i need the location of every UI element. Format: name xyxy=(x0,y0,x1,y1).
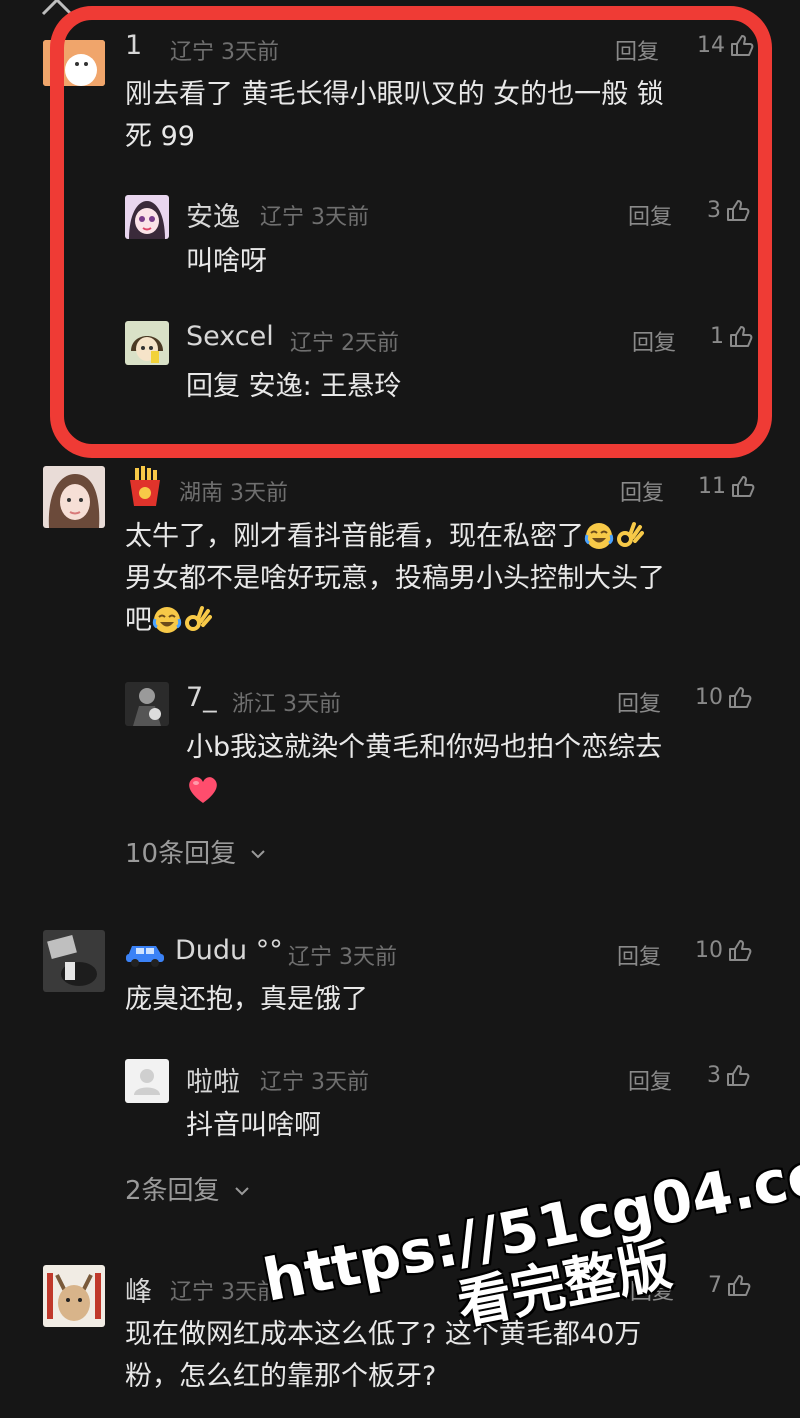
reply-text: 抖音叫啥啊 xyxy=(186,1110,321,1141)
thumbs-up-icon xyxy=(732,476,755,497)
car-icon xyxy=(124,936,166,968)
ok-hand-emoji-icon xyxy=(185,606,212,631)
avatar[interactable] xyxy=(125,682,169,726)
thumbs-up-icon xyxy=(727,1065,750,1086)
like-button[interactable]: 11 xyxy=(698,473,756,499)
reply-button[interactable]: 回复 xyxy=(617,686,661,718)
reply-button[interactable]: 回复 xyxy=(617,939,661,971)
comment-text-line: 男女都不是啥好玩意，投稿男小头控制大头了 xyxy=(125,563,665,594)
reply-username[interactable]: 啦啦 xyxy=(186,1060,240,1099)
comment-text-line: 粉，怎么红的靠那个板牙? xyxy=(125,1361,437,1392)
comment-text-line: 吧 xyxy=(125,600,212,642)
like-button[interactable]: 10 xyxy=(695,937,753,963)
comment-meta: 辽宁 3天前 xyxy=(288,945,398,970)
like-button[interactable]: 3 xyxy=(707,1062,751,1088)
reply-button[interactable]: 回复 xyxy=(628,1064,672,1096)
reply-text: 小b我这就染个黄毛和你妈也拍个恋综去 xyxy=(186,732,663,763)
heart-emoji-icon xyxy=(186,772,220,806)
chevron-down-icon xyxy=(235,1187,249,1196)
highlight-box xyxy=(50,6,772,458)
laugh-cry-emoji-icon xyxy=(152,607,182,633)
comment-meta: 辽宁 3天前 xyxy=(170,1280,280,1305)
ok-hand-emoji-icon xyxy=(617,522,644,547)
avatar[interactable] xyxy=(125,1059,169,1103)
reply-meta: 辽宁 3天前 xyxy=(260,1070,370,1095)
avatar[interactable] xyxy=(43,930,105,992)
thumbs-up-icon xyxy=(729,687,752,708)
thumbs-up-icon xyxy=(729,940,752,961)
comment-text-line: 太牛了，刚才看抖音能看，现在私密了 xyxy=(125,516,644,558)
avatar[interactable] xyxy=(43,466,105,528)
avatar[interactable] xyxy=(43,1265,105,1327)
comment-username[interactable]: Dudu °° xyxy=(175,935,283,966)
comment-username[interactable]: 峰 xyxy=(125,1270,152,1309)
reply-username[interactable]: 7_ xyxy=(186,682,217,713)
expand-replies-button[interactable]: 10条回复 xyxy=(125,833,268,870)
thumbs-up-icon xyxy=(728,1275,751,1296)
comment-text-line: 庞臭还抱，真是饿了 xyxy=(125,984,368,1015)
fries-icon xyxy=(126,466,164,506)
chevron-down-icon xyxy=(251,850,266,859)
reply-button[interactable]: 回复 xyxy=(620,475,664,507)
laugh-cry-emoji-icon xyxy=(584,523,614,549)
comment-meta: 湖南 3天前 xyxy=(179,481,289,506)
like-button[interactable]: 10 xyxy=(695,684,753,710)
like-button[interactable]: 7 xyxy=(708,1272,752,1298)
reply-meta: 浙江 3天前 xyxy=(232,692,342,717)
expand-replies-button[interactable]: 2条回复 xyxy=(125,1170,252,1207)
